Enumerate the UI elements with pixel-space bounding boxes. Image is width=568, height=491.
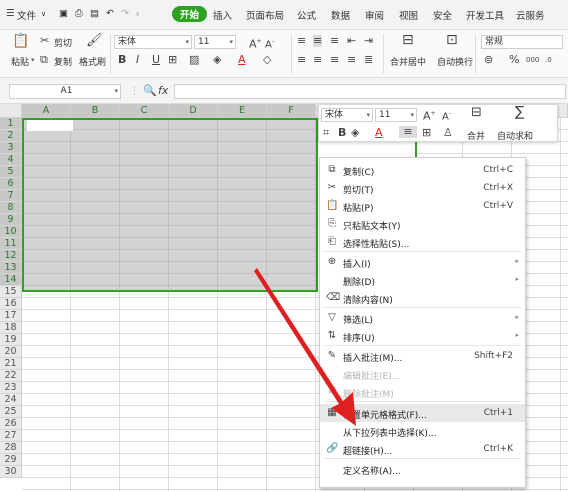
red-arrow-annotation — [254, 268, 356, 426]
